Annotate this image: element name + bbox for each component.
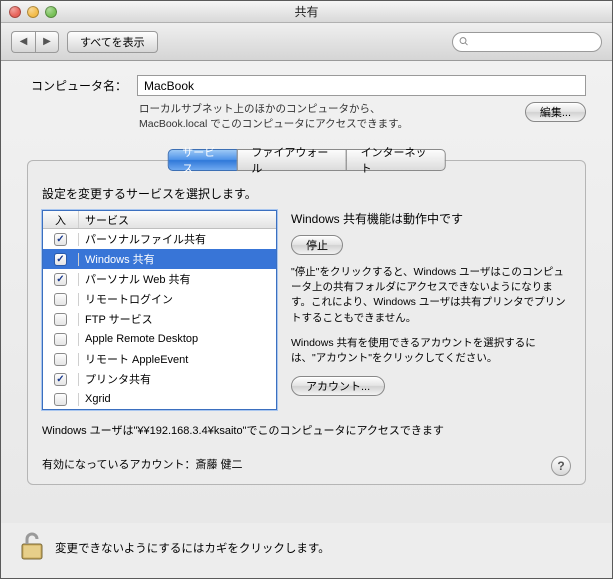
service-name: パーソナルファイル共有 — [79, 231, 276, 247]
sharing-prefs-window: 共有 ◀ ▶ すべてを表示 コンピュータ名： ローカルサブネット上のほかのコンピ… — [0, 0, 613, 579]
lock-icon[interactable] — [19, 531, 45, 564]
service-checkbox[interactable] — [54, 393, 67, 406]
zoom-icon[interactable] — [45, 6, 57, 18]
service-status: Windows 共有機能は動作中です — [291, 210, 571, 227]
show-all-button[interactable]: すべてを表示 — [67, 31, 158, 53]
service-row[interactable]: Xgrid — [43, 389, 276, 409]
list-header: 入 サービス — [43, 211, 276, 229]
edit-button[interactable]: 編集... — [525, 102, 586, 122]
service-checkbox[interactable] — [54, 353, 67, 366]
services-list[interactable]: 入 サービス ✓ パーソナルファイル共有 ✓ Windows 共有 ✓ パーソナル Web… — [42, 210, 277, 410]
account-button[interactable]: アカウント... — [291, 376, 385, 396]
service-checkbox[interactable]: ✓ — [54, 233, 67, 246]
service-name: Xgrid — [79, 393, 276, 405]
search-field[interactable] — [452, 32, 602, 52]
toolbar: ◀ ▶ すべてを表示 — [1, 23, 612, 61]
service-name: リモート AppleEvent — [79, 351, 276, 367]
service-row[interactable]: ✓ Windows 共有 — [43, 249, 276, 269]
lock-row: 変更できないようにするにはカギをクリックします。 — [1, 523, 612, 578]
service-name: Windows 共有 — [79, 251, 276, 267]
service-row[interactable]: リモート AppleEvent — [43, 349, 276, 369]
tabs: サービス ファイアウォール インターネット — [167, 149, 446, 171]
access-path: Windows ユーザは"¥¥192.168.3.4¥ksaito"でこのコンピ… — [42, 422, 571, 438]
search-input[interactable] — [473, 35, 601, 49]
service-row[interactable]: ✓ パーソナル Web 共有 — [43, 269, 276, 289]
service-row[interactable]: ✓ プリンタ共有 — [43, 369, 276, 389]
service-name: プリンタ共有 — [79, 371, 276, 387]
computer-name-field[interactable] — [137, 75, 586, 96]
service-name: パーソナル Web 共有 — [79, 271, 276, 287]
service-checkbox[interactable]: ✓ — [54, 273, 67, 286]
nav-group: ◀ ▶ — [11, 31, 59, 53]
help-button[interactable]: ? — [551, 456, 571, 476]
service-checkbox[interactable] — [54, 313, 67, 326]
content: コンピュータ名： ローカルサブネット上のほかのコンピュータから、MacBook.… — [1, 61, 612, 523]
traffic-lights — [9, 6, 57, 18]
forward-button[interactable]: ▶ — [35, 31, 59, 53]
service-checkbox[interactable]: ✓ — [54, 373, 67, 386]
service-row[interactable]: ✓ パーソナルファイル共有 — [43, 229, 276, 249]
service-desc-2: Windows 共有を使用できるアカウントを選択するには、"アカウント"をクリッ… — [291, 336, 571, 366]
enabled-accounts: 有効になっているアカウント：斎藤 健二 — [42, 459, 243, 471]
service-name: Apple Remote Desktop — [79, 333, 276, 345]
titlebar: 共有 — [1, 1, 612, 23]
service-checkbox[interactable]: ✓ — [54, 253, 67, 266]
search-icon — [459, 36, 469, 47]
service-row[interactable]: FTP サービス — [43, 309, 276, 329]
computer-name-hint: ローカルサブネット上のほかのコンピュータから、MacBook.local でこの… — [139, 102, 439, 132]
col-name-header[interactable]: サービス — [79, 211, 276, 228]
computer-name-row: コンピュータ名： — [27, 75, 586, 96]
service-checkbox[interactable] — [54, 293, 67, 306]
col-on-header[interactable]: 入 — [43, 211, 79, 228]
tab-services[interactable]: サービス — [167, 149, 237, 171]
service-checkbox[interactable] — [54, 333, 67, 346]
stop-button[interactable]: 停止 — [291, 235, 343, 255]
service-detail: Windows 共有機能は動作中です 停止 "停止"をクリックすると、Windo… — [291, 210, 571, 410]
tab-firewall[interactable]: ファイアウォール — [236, 149, 346, 171]
service-row[interactable]: Apple Remote Desktop — [43, 329, 276, 349]
services-groupbox: サービス ファイアウォール インターネット 設定を変更するサービスを選択します。… — [27, 160, 586, 485]
lock-text: 変更できないようにするにはカギをクリックします。 — [55, 540, 330, 556]
back-button[interactable]: ◀ — [11, 31, 35, 53]
tab-internet[interactable]: インターネット — [346, 149, 446, 171]
service-desc-1: "停止"をクリックすると、Windows ユーザはこのコンピュータ上の共有フォル… — [291, 265, 571, 326]
minimize-icon[interactable] — [27, 6, 39, 18]
service-name: FTP サービス — [79, 311, 276, 327]
service-row[interactable]: リモートログイン — [43, 289, 276, 309]
services-prompt: 設定を変更するサービスを選択します。 — [42, 185, 571, 202]
computer-name-label: コンピュータ名： — [27, 77, 127, 94]
service-name: リモートログイン — [79, 291, 276, 307]
close-icon[interactable] — [9, 6, 21, 18]
window-title: 共有 — [1, 3, 612, 20]
